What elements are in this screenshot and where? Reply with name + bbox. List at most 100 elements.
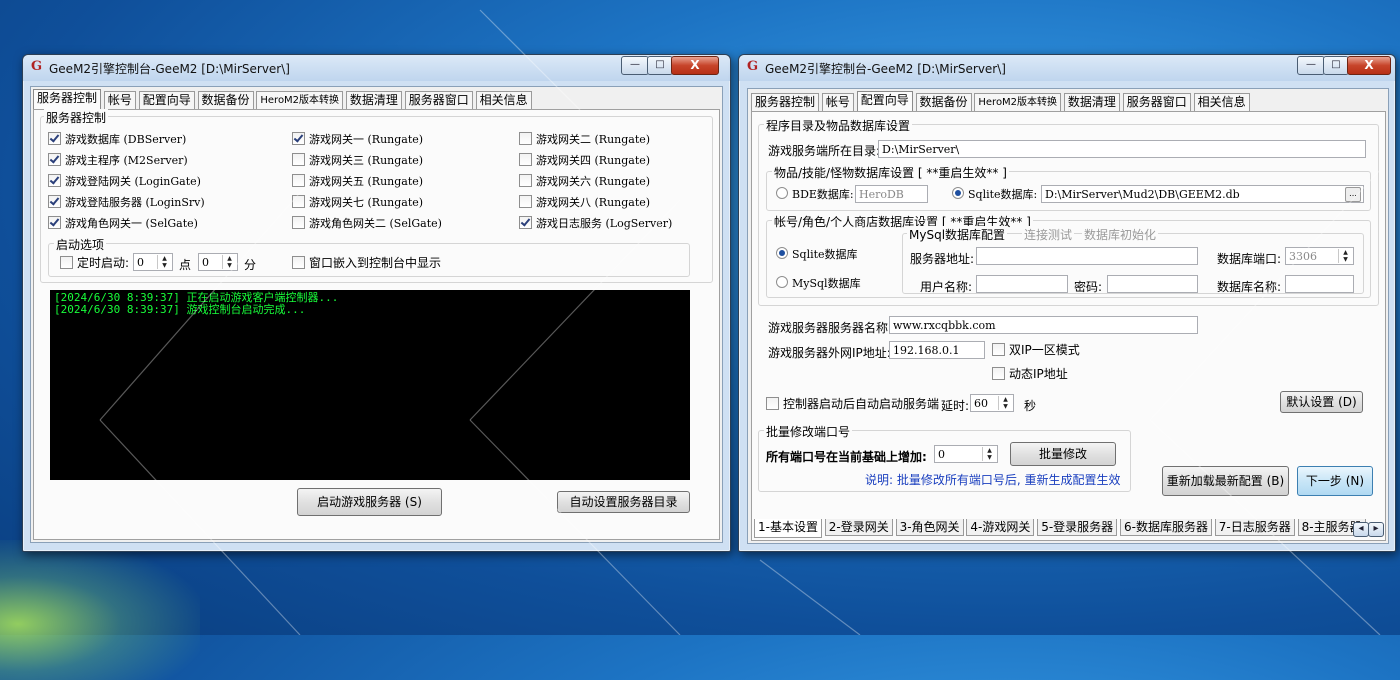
server-dir-label: 游戏服务端所在目录: [768, 144, 881, 158]
tab-about[interactable]: 相关信息 [475, 91, 532, 109]
checkbox-rungate-7[interactable]: 游戏网关七 (Rungate) [292, 195, 423, 210]
minimize-button[interactable]: — [621, 56, 649, 75]
tab-account[interactable]: 帐号 [103, 91, 136, 109]
default-settings-button[interactable]: 默认设置 (D) [1280, 391, 1363, 413]
bde-db-input[interactable]: HeroDB [855, 185, 928, 203]
radio-bde[interactable]: BDE数据库: [776, 187, 854, 202]
tab-server-window[interactable]: 服务器窗口 [404, 91, 473, 109]
checkbox-dual-ip[interactable]: 双IP一区模式 [992, 343, 1080, 357]
connection-test-link[interactable]: 连接测试 [1022, 226, 1075, 243]
tab-data-cleanup[interactable]: 数据清理 [1063, 93, 1120, 111]
app-logo-icon: G [747, 59, 759, 74]
checkbox-rungate-3[interactable]: 游戏网关三 (Rungate) [292, 153, 423, 168]
batch-note: 说明: 批量修改所有端口号后, 重新生成配置生效 [865, 473, 1121, 487]
server-addr-input[interactable] [976, 247, 1198, 265]
spin-arrows-icon[interactable]: ▲ ▼ [222, 255, 236, 269]
step-tab-role-gate[interactable]: 3-角色网关 [895, 519, 964, 536]
spin-arrows-icon[interactable]: ▲ ▼ [998, 396, 1012, 410]
tab-data-backup[interactable]: 数据备份 [197, 91, 254, 109]
maximize-button[interactable]: □ [647, 56, 673, 75]
step-tab-login-gate[interactable]: 2-登录网关 [824, 519, 893, 536]
checkbox-dynamic-ip[interactable]: 动态IP地址 [992, 367, 1068, 381]
tab-account[interactable]: 帐号 [821, 93, 854, 111]
browse-button[interactable]: ... [1345, 187, 1361, 202]
checkbox-logingate[interactable]: 游戏登陆网关 (LoginGate) [48, 174, 201, 189]
checkbox-selgate-1[interactable]: 游戏角色网关一 (SelGate) [48, 216, 198, 231]
tab-about[interactable]: 相关信息 [1193, 93, 1250, 111]
close-button[interactable]: X [1347, 56, 1391, 75]
checkbox-rungate-2[interactable]: 游戏网关二 (Rungate) [519, 132, 650, 147]
step-tab-game-gate[interactable]: 4-游戏网关 [966, 519, 1035, 536]
tab-scroll-right-icon[interactable]: ▸ [1368, 522, 1384, 537]
hour-spinner[interactable]: 0 ▲ ▼ [133, 253, 173, 271]
checkbox-rungate-1[interactable]: 游戏网关一 (Rungate) [292, 132, 423, 147]
tab-server-control[interactable]: 服务器控制 [751, 93, 820, 111]
step-tab-basic[interactable]: 1-基本设置 [754, 519, 822, 538]
sqlite-path-input[interactable]: D:\MirServer\Mud2\DB\GEEM2.db... [1041, 185, 1364, 203]
window-title: GeeM2引擎控制台-GeeM2 [D:\MirServer\] [49, 62, 290, 76]
checkbox-box [48, 216, 61, 229]
step-tab-login-server[interactable]: 5-登录服务器 [1037, 519, 1118, 536]
app-logo-icon: G [31, 59, 43, 74]
checkbox-loginsrv[interactable]: 游戏登陆服务器 (LoginSrv) [48, 195, 205, 210]
radio-mysql-account[interactable]: MySql数据库 [776, 276, 861, 291]
batch-increase-spinner[interactable]: 0 ▲ ▼ [934, 445, 998, 463]
tab-data-backup[interactable]: 数据备份 [915, 93, 972, 111]
delay-spinner[interactable]: 60 ▲ ▼ [970, 394, 1014, 412]
log-console[interactable]: [2024/6/30 8:39:37] 正在启动游戏客户端控制器... [202… [50, 290, 690, 480]
checkbox-box [48, 195, 61, 208]
spin-arrows-icon[interactable]: ▲ ▼ [982, 447, 996, 461]
username-input[interactable] [976, 275, 1068, 293]
checkbox-dbserver[interactable]: 游戏数据库 (DBServer) [48, 132, 186, 147]
tab-config-wizard[interactable]: 配置向导 [138, 91, 195, 109]
step-tab-db-server[interactable]: 6-数据库服务器 [1119, 519, 1212, 536]
db-init-link[interactable]: 数据库初始化 [1082, 226, 1159, 243]
start-server-button[interactable]: 启动游戏服务器 (S) [297, 488, 442, 516]
checkbox-timed-start[interactable]: 定时启动: [60, 256, 129, 270]
tab-herom2-convert[interactable]: HeroM2版本转换 [256, 91, 344, 109]
password-input[interactable] [1107, 275, 1198, 293]
checkbox-rungate-8[interactable]: 游戏网关八 (Rungate) [519, 195, 650, 210]
checkbox-box [292, 132, 305, 145]
close-button[interactable]: X [671, 56, 719, 75]
checkbox-box [519, 216, 532, 229]
checkbox-box [292, 174, 305, 187]
db-port-input[interactable]: 3306 ▲ ▼ [1285, 247, 1354, 265]
tab-server-control[interactable]: 服务器控制 [33, 89, 102, 109]
radio-sqlite-account[interactable]: Sqlite数据库 [776, 247, 858, 262]
checkbox-embed-window[interactable]: 窗口嵌入到控制台中显示 [292, 256, 441, 270]
checkbox-selgate-2[interactable]: 游戏角色网关二 (SelGate) [292, 216, 442, 231]
right-titlebar[interactable]: G GeeM2引擎控制台-GeeM2 [D:\MirServer\] — □ X [739, 55, 1395, 81]
external-ip-input[interactable]: 192.168.0.1 [889, 341, 985, 359]
tab-herom2-convert[interactable]: HeroM2版本转换 [974, 93, 1062, 111]
maximize-button[interactable]: □ [1323, 56, 1349, 75]
password-label: 密码: [1074, 280, 1103, 294]
tab-config-wizard[interactable]: 配置向导 [856, 91, 913, 111]
auto-set-dir-button[interactable]: 自动设置服务器目录 [557, 491, 690, 513]
spin-arrows-icon[interactable]: ▲ ▼ [1338, 249, 1352, 263]
reload-config-button[interactable]: 重新加载最新配置 (B) [1162, 466, 1289, 496]
checkbox-m2server[interactable]: 游戏主程序 (M2Server) [48, 153, 188, 168]
tab-data-cleanup[interactable]: 数据清理 [345, 91, 402, 109]
minimize-button[interactable]: — [1297, 56, 1325, 75]
spin-arrows-icon[interactable]: ▲ ▼ [157, 255, 171, 269]
checkbox-logserver[interactable]: 游戏日志服务 (LogServer) [519, 216, 672, 231]
tab-server-window[interactable]: 服务器窗口 [1122, 93, 1191, 111]
desktop-glow [0, 540, 200, 680]
left-titlebar[interactable]: G GeeM2引擎控制台-GeeM2 [D:\MirServer\] — □ X [23, 55, 730, 81]
checkbox-rungate-4[interactable]: 游戏网关四 (Rungate) [519, 153, 650, 168]
checkbox-rungate-6[interactable]: 游戏网关六 (Rungate) [519, 174, 650, 189]
server-name-input[interactable]: www.rxcqbbk.com [889, 316, 1198, 334]
tab-scroll-left-icon[interactable]: ◂ [1353, 522, 1369, 537]
checkbox-auto-start[interactable]: 控制器启动后自动启动服务端 [766, 397, 939, 411]
next-step-button[interactable]: 下一步 (N) [1297, 466, 1373, 496]
server-dir-input[interactable]: D:\MirServer\ [878, 140, 1366, 158]
minute-spinner[interactable]: 0 ▲ ▼ [198, 253, 238, 271]
checkbox-box [519, 195, 532, 208]
db-name-input[interactable] [1285, 275, 1354, 293]
server-addr-label: 服务器地址: [910, 252, 975, 266]
step-tab-log-server[interactable]: 7-日志服务器 [1214, 519, 1295, 536]
checkbox-rungate-5[interactable]: 游戏网关五 (Rungate) [292, 174, 423, 189]
radio-sqlite-item[interactable]: Sqlite数据库: [952, 187, 1037, 202]
batch-modify-button[interactable]: 批量修改 [1010, 442, 1116, 466]
